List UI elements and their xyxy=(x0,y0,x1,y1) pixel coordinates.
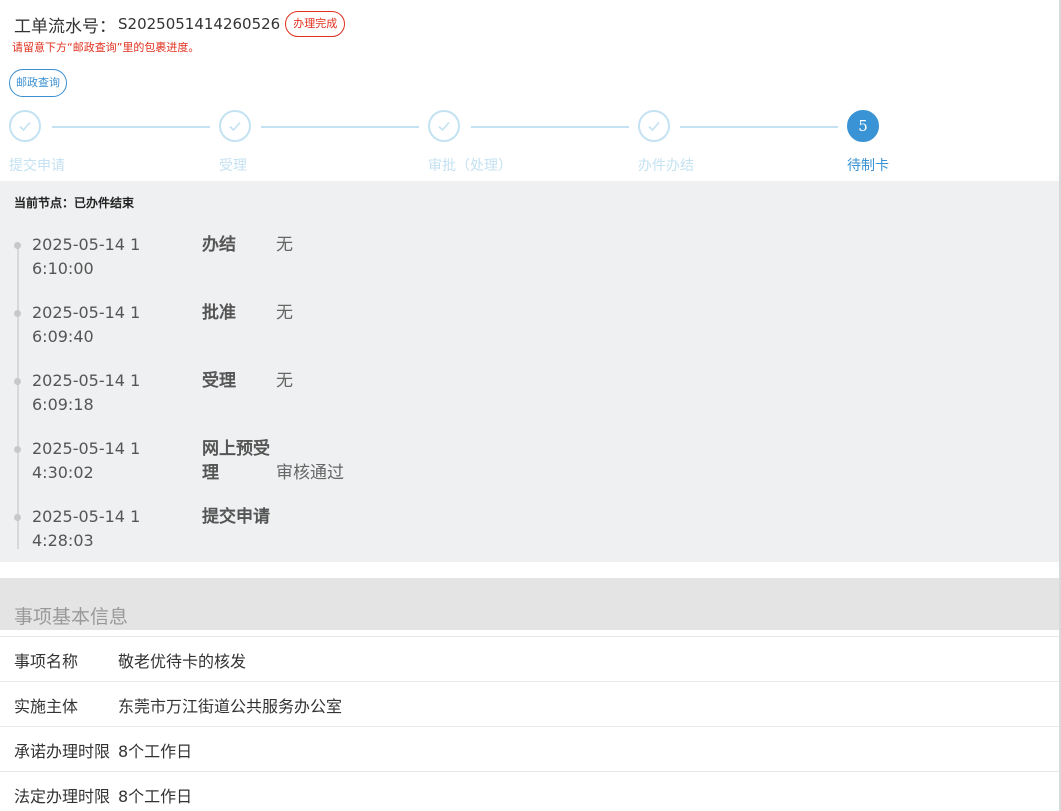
timeline-remark: 审核通过 xyxy=(276,463,344,483)
timeline-panel: 当前节点：已办件结束 2025-05-14 16:10:00 办结 无 2025… xyxy=(0,181,1059,562)
timeline-time: 2025-05-14 16:09:40 xyxy=(32,303,141,346)
order-number-label: 工单流水号： xyxy=(14,16,116,37)
progress-steps: 提交申请 受理 审批（处理） 办件办结 5 待制卡 xyxy=(0,110,1061,180)
timeline-action: 批准 xyxy=(202,303,236,323)
notice-text: 请留意下方“邮政查询”里的包裹进度。 xyxy=(12,41,200,54)
info-label: 承诺办理时限 xyxy=(14,742,111,761)
timeline-item: 2025-05-14 16:10:00 办结 无 xyxy=(0,233,600,301)
info-label: 法定办理时限 xyxy=(14,787,111,806)
info-row: 法定办理时限 8个工作日 xyxy=(0,771,1059,811)
timeline-item: 2025-05-14 14:30:02 网上预受理 审核通过 xyxy=(0,437,600,505)
step-number-badge: 5 xyxy=(847,110,879,142)
timeline-time: 2025-05-14 16:10:00 xyxy=(32,235,141,278)
info-label: 事项名称 xyxy=(14,652,79,671)
check-icon xyxy=(638,110,670,142)
info-row: 实施主体 东莞市万江街道公共服务办公室 xyxy=(0,681,1059,726)
current-node: 当前节点：已办件结束 xyxy=(14,196,135,210)
step-connector xyxy=(471,126,629,128)
timeline-item: 2025-05-14 16:09:40 批准 无 xyxy=(0,301,600,369)
step-label: 办件办结 xyxy=(638,158,694,174)
check-icon xyxy=(219,110,251,142)
timeline-time: 2025-05-14 14:30:02 xyxy=(32,439,141,482)
timeline-item: 2025-05-14 16:09:18 受理 无 xyxy=(0,369,600,437)
dot-icon xyxy=(14,378,21,385)
step-label: 受理 xyxy=(219,158,247,174)
timeline-remark: 无 xyxy=(276,371,293,391)
timeline-time: 2025-05-14 14:28:03 xyxy=(32,507,141,550)
order-number: S2025051414260526 xyxy=(118,15,281,33)
timeline-item: 2025-05-14 14:28:03 提交申请 xyxy=(0,505,600,573)
info-label: 实施主体 xyxy=(14,697,79,716)
dot-icon xyxy=(14,446,21,453)
info-row: 事项名称 敬老优待卡的核发 xyxy=(0,636,1059,681)
step-label: 待制卡 xyxy=(847,158,889,174)
step-connector xyxy=(680,126,838,128)
basic-info-header: 事项基本信息 xyxy=(0,578,1059,630)
info-row: 承诺办理时限 8个工作日 xyxy=(0,726,1059,771)
postal-query-button[interactable]: 邮政查询 xyxy=(9,69,67,97)
info-value: 东莞市万江街道公共服务办公室 xyxy=(118,697,343,716)
timeline-action: 受理 xyxy=(202,371,236,391)
timeline-action: 办结 xyxy=(202,235,236,255)
status-badge: 办理完成 xyxy=(285,11,346,37)
timeline-action: 提交申请 xyxy=(202,507,270,527)
dot-icon xyxy=(14,514,21,521)
info-value: 敬老优待卡的核发 xyxy=(118,652,247,671)
dot-icon xyxy=(14,242,21,249)
step-label: 审批（处理） xyxy=(428,158,512,174)
info-value: 8个工作日 xyxy=(118,742,193,761)
step-connector xyxy=(52,126,210,128)
step-connector xyxy=(261,126,419,128)
timeline-time: 2025-05-14 16:09:18 xyxy=(32,371,141,414)
order-header: 工单流水号： S2025051414260526 办理完成 xyxy=(14,11,346,37)
check-icon xyxy=(9,110,41,142)
timeline-action: 网上预受理 xyxy=(202,439,270,483)
dot-icon xyxy=(14,310,21,317)
check-icon xyxy=(428,110,460,142)
timeline-remark: 无 xyxy=(276,303,293,323)
timeline-remark: 无 xyxy=(276,235,293,255)
step-label: 提交申请 xyxy=(9,158,65,174)
info-value: 8个工作日 xyxy=(118,787,193,806)
section-title: 事项基本信息 xyxy=(14,606,129,628)
